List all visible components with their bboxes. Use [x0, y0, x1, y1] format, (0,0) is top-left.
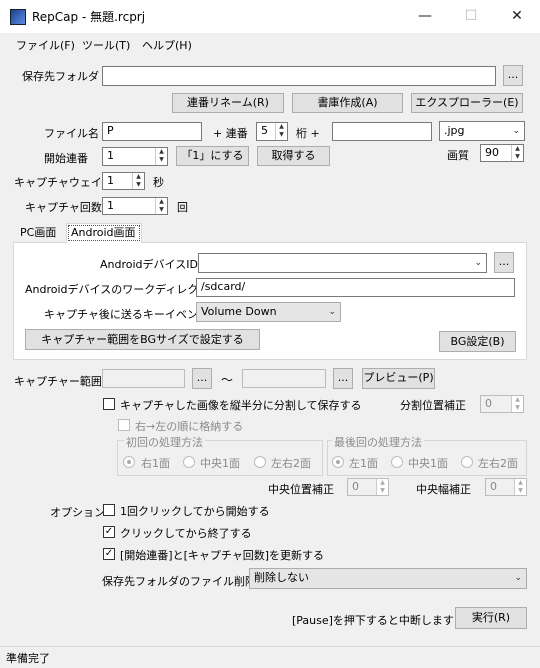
start-serial-label: 開始連番	[44, 152, 88, 165]
first-both-radio[interactable]	[254, 456, 266, 468]
digits-spin[interactable]: ▲ ▼	[275, 123, 287, 140]
run-button[interactable]: 実行(R)	[455, 607, 527, 629]
capture-wait-unit: 秒	[153, 176, 164, 189]
device-browse-button[interactable]: ...	[494, 252, 514, 273]
center-width-label: 中央幅補正	[416, 483, 471, 496]
last-center-radio[interactable]	[391, 456, 403, 468]
rename-button[interactable]: 連番リネーム(R)	[172, 93, 284, 113]
capture-wait-label: キャプチャウェイト	[14, 176, 113, 189]
key-event-select[interactable]: Volume Down ⌄	[196, 302, 341, 322]
quality-spin[interactable]: ▲ ▼	[511, 145, 523, 161]
first-right-label: 右1面	[141, 457, 170, 470]
create-archive-button[interactable]: 書庫作成(A)	[292, 93, 403, 113]
device-id-label: AndroidデバイスID	[100, 258, 198, 271]
opt-click-end-checkbox[interactable]: ✓	[103, 526, 115, 538]
status-bar: 準備完了	[0, 646, 540, 668]
save-folder-browse-button[interactable]: ...	[503, 65, 523, 86]
first-center-radio[interactable]	[183, 456, 195, 468]
rtl-label: 右→左の順に格納する	[135, 420, 244, 433]
range-from-input[interactable]	[102, 369, 185, 388]
maximize-button[interactable]: ☐	[448, 0, 494, 32]
center-pos-spin[interactable]: ▲ ▼	[376, 479, 388, 495]
last-both-label: 左右2面	[478, 457, 518, 470]
first-center-label: 中央1面	[200, 457, 240, 470]
capture-count-spin[interactable]: ▲ ▼	[155, 198, 167, 214]
first-right-radio[interactable]	[123, 456, 135, 468]
split-pos-spin[interactable]: ▲ ▼	[511, 396, 523, 412]
capture-wait-spin[interactable]: ▲ ▼	[132, 173, 144, 189]
menu-bar: ファイル(F) ツール(T) ヘルプ(H)	[0, 33, 540, 55]
last-left-label: 左1面	[349, 457, 378, 470]
chevron-down-icon: ⌄	[514, 573, 522, 583]
last-left-radio[interactable]	[332, 456, 344, 468]
device-id-select[interactable]: ⌄	[198, 253, 487, 273]
chevron-down-icon: ⌄	[512, 126, 520, 136]
menu-help[interactable]: ヘルプ(H)	[142, 37, 192, 53]
filename-label: ファイル名	[44, 127, 99, 140]
bg-settings-button[interactable]: BG設定(B)	[439, 331, 516, 352]
split-pos-label: 分割位置補正	[400, 399, 466, 412]
first-process-title: 初回の処理方法	[124, 434, 205, 450]
close-button[interactable]: ✕	[494, 0, 540, 32]
explorer-button[interactable]: エクスプローラー(E)	[411, 93, 523, 113]
first-both-label: 左右2面	[271, 457, 311, 470]
center-pos-label: 中央位置補正	[268, 483, 334, 496]
app-icon	[10, 9, 26, 25]
rtl-checkbox[interactable]	[118, 419, 130, 431]
last-both-radio[interactable]	[461, 456, 473, 468]
status-text: 準備完了	[6, 652, 50, 665]
last-process-title: 最後回の処理方法	[332, 434, 424, 450]
filename-input[interactable]: P	[102, 122, 202, 141]
bg-size-button[interactable]: キャプチャー範囲をBGサイズで設定する	[25, 329, 260, 350]
range-label: キャプチャー範囲	[14, 375, 102, 388]
split-label: キャプチャした画像を縦半分に分割して保存する	[120, 399, 362, 412]
range-to-input[interactable]	[242, 369, 326, 388]
opt-click-end-label: クリックしてから終了する	[120, 527, 252, 540]
opt-click-start-checkbox[interactable]	[103, 504, 115, 516]
preview-button[interactable]: プレビュー(P)	[362, 368, 435, 389]
capture-count-unit: 回	[177, 201, 188, 214]
last-center-label: 中央1面	[408, 457, 448, 470]
key-event-label: キャプチャ後に送るキーイベント	[44, 308, 209, 321]
menu-file[interactable]: ファイル(F)	[16, 37, 75, 53]
plus-serial-label: + 連番	[213, 127, 248, 140]
split-checkbox[interactable]	[103, 398, 115, 410]
quality-label: 画質	[447, 149, 469, 162]
pause-hint: [Pause]を押下すると中断します.	[292, 614, 458, 627]
delete-files-select[interactable]: 削除しない ⌄	[249, 568, 527, 589]
workdir-label: Androidデバイスのワークディレクトリ	[25, 283, 221, 296]
tab-android[interactable]: Android画面	[66, 223, 142, 243]
chevron-down-icon: ⌄	[474, 258, 482, 268]
menu-tools[interactable]: ツール(T)	[82, 37, 130, 53]
delete-files-label: 保存先フォルダのファイル削除	[102, 575, 256, 588]
minimize-button[interactable]: —	[402, 0, 448, 32]
options-label: オプション	[50, 506, 105, 519]
opt-update-label: [開始連番]と[キャプチャ回数]を更新する	[120, 549, 325, 562]
extension-select[interactable]: .jpg ⌄	[439, 121, 525, 141]
range-from-browse-button[interactable]: ...	[192, 368, 212, 389]
filename-suffix-input[interactable]	[332, 122, 432, 141]
capture-count-label: キャプチャ回数	[25, 201, 102, 214]
save-folder-label: 保存先フォルダ	[22, 70, 99, 83]
set-one-button[interactable]: 「1」にする	[176, 146, 249, 166]
opt-click-start-label: 1回クリックしてから開始する	[120, 505, 270, 518]
fetch-button[interactable]: 取得する	[257, 146, 330, 166]
opt-update-checkbox[interactable]: ✓	[103, 548, 115, 560]
title-bar: RepCap - 無題.rcprj — ☐ ✕	[0, 0, 540, 34]
workdir-input[interactable]: /sdcard/	[196, 278, 515, 297]
range-tilde: 〜	[221, 373, 234, 387]
digits-unit-label: 桁 +	[296, 127, 320, 140]
chevron-down-icon: ⌄	[328, 307, 336, 317]
start-serial-spin[interactable]: ▲ ▼	[155, 148, 167, 165]
range-to-browse-button[interactable]: ...	[333, 368, 353, 389]
center-width-spin[interactable]: ▲ ▼	[514, 479, 526, 495]
window-title: RepCap - 無題.rcprj	[32, 10, 146, 24]
tab-pc[interactable]: PC画面	[16, 224, 64, 243]
save-folder-input[interactable]	[102, 66, 496, 86]
